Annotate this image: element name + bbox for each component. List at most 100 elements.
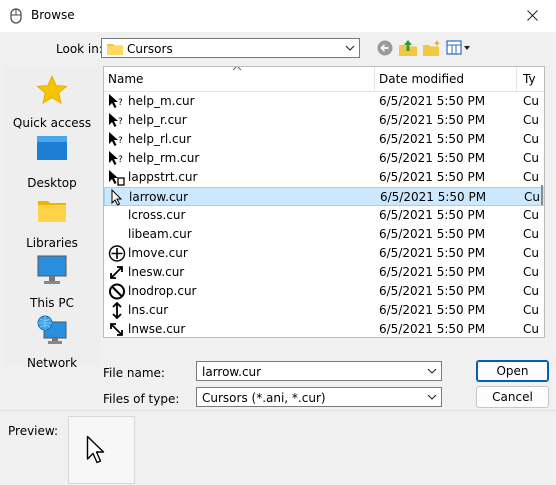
svg-text:?: ?: [118, 98, 123, 108]
file-name: lmove.cur: [128, 246, 188, 260]
file-list-header: Name Date modified Ty: [104, 67, 544, 92]
nodrop-cursor-icon: [109, 283, 125, 300]
new-folder-icon[interactable]: [422, 39, 442, 57]
svg-text:?: ?: [118, 155, 123, 165]
resize-nesw-cursor-icon: [110, 266, 123, 279]
file-date: 6/5/2021 5:50 PM: [379, 94, 486, 108]
arrow-cursor-icon: [86, 435, 105, 464]
chevron-down-icon: [345, 45, 355, 51]
file-name: lnesw.cur: [128, 265, 185, 279]
file-type: Cu: [523, 246, 539, 260]
help-cursor-icon: ?: [109, 151, 123, 165]
file-row[interactable]: ? help_rm.cur 6/5/2021 5:50 PM Cu: [104, 149, 544, 168]
look-in-dropdown[interactable]: Cursors: [101, 38, 360, 58]
file-name-input[interactable]: larrow.cur: [196, 361, 442, 381]
chevron-down-icon: [427, 394, 437, 400]
look-in-label: Look in:: [56, 42, 103, 56]
preview-box: [68, 416, 135, 484]
column-header-name[interactable]: Name: [108, 72, 143, 86]
file-type: Cu: [523, 113, 539, 127]
file-row[interactable]: libeam.cur 6/5/2021 5:50 PM Cu: [104, 225, 544, 244]
file-name: lappstrt.cur: [128, 170, 198, 184]
file-date: 6/5/2021 5:50 PM: [379, 151, 486, 165]
column-header-type[interactable]: Ty: [523, 72, 536, 86]
network-icon: [37, 315, 67, 344]
file-list[interactable]: Name Date modified Ty ? help_m.cur 6/5/2…: [103, 66, 545, 338]
file-row[interactable]: lcross.cur 6/5/2021 5:50 PM Cu: [104, 206, 544, 225]
file-name: libeam.cur: [128, 227, 192, 241]
file-date: 6/5/2021 5:50 PM: [380, 190, 487, 204]
file-date: 6/5/2021 5:50 PM: [379, 265, 486, 279]
open-button[interactable]: Open: [476, 360, 549, 382]
help-cursor-icon: ?: [109, 94, 123, 108]
cancel-button[interactable]: Cancel: [476, 386, 549, 408]
chevron-down-icon[interactable]: [427, 368, 437, 374]
close-icon: [527, 10, 538, 21]
file-name-label: File name:: [103, 366, 165, 380]
column-divider[interactable]: [374, 67, 375, 91]
view-menu-icon[interactable]: [446, 39, 472, 57]
file-date: 6/5/2021 5:50 PM: [379, 322, 486, 336]
computer-icon: [37, 255, 67, 284]
file-row[interactable]: lmove.cur 6/5/2021 5:50 PM Cu: [104, 244, 544, 263]
title-bar: Browse: [0, 0, 556, 32]
help-cursor-icon: ?: [109, 132, 123, 146]
star-icon: [36, 75, 68, 105]
place-quick-access[interactable]: Quick access: [4, 74, 100, 134]
help-cursor-icon: ?: [109, 113, 123, 127]
file-type-dropdown[interactable]: Cursors (*.ani, *.cur): [196, 387, 442, 407]
file-type: Cu: [524, 190, 540, 204]
file-row[interactable]: lnwse.cur 6/5/2021 5:50 PM Cu: [104, 320, 544, 337]
file-date: 6/5/2021 5:50 PM: [379, 170, 486, 184]
file-type: Cu: [523, 265, 539, 279]
file-type: Cu: [523, 284, 539, 298]
place-this-pc[interactable]: This PC: [4, 254, 100, 314]
back-arrow-icon[interactable]: [376, 39, 394, 57]
libraries-icon: [38, 201, 66, 222]
file-row[interactable]: lnodrop.cur 6/5/2021 5:50 PM Cu: [104, 282, 544, 301]
file-date: 6/5/2021 5:50 PM: [379, 284, 486, 298]
file-date: 6/5/2021 5:50 PM: [379, 208, 486, 222]
file-row[interactable]: lappstrt.cur 6/5/2021 5:50 PM Cu: [104, 168, 544, 187]
place-desktop[interactable]: Desktop: [4, 134, 100, 194]
place-libraries[interactable]: Libraries: [4, 194, 100, 254]
file-type: Cu: [523, 170, 539, 184]
svg-text:?: ?: [118, 136, 123, 146]
file-type-label: Files of type:: [103, 392, 180, 406]
place-label: Quick access: [12, 116, 92, 130]
place-label: Libraries: [26, 236, 78, 250]
file-name-value: larrow.cur: [202, 365, 262, 379]
file-name: lcross.cur: [128, 208, 186, 222]
app-icon: [10, 8, 22, 24]
file-row[interactable]: ? help_m.cur 6/5/2021 5:50 PM Cu: [104, 92, 544, 111]
up-folder-icon[interactable]: [398, 39, 418, 57]
place-label: Network: [26, 356, 78, 370]
file-date: 6/5/2021 5:50 PM: [379, 113, 486, 127]
file-date: 6/5/2021 5:50 PM: [379, 227, 486, 241]
file-row[interactable]: ? help_rl.cur 6/5/2021 5:50 PM Cu: [104, 130, 544, 149]
sort-ascending-icon: [232, 67, 242, 71]
file-type: Cu: [523, 227, 539, 241]
vertical-scrollbar[interactable]: [541, 185, 543, 205]
file-row[interactable]: lns.cur 6/5/2021 5:50 PM Cu: [104, 301, 544, 320]
place-label: This PC: [30, 296, 74, 310]
file-type-value: Cursors (*.ani, *.cur): [202, 391, 326, 405]
file-row[interactable]: lnesw.cur 6/5/2021 5:50 PM Cu: [104, 263, 544, 282]
file-name: help_r.cur: [128, 113, 187, 127]
file-name: lns.cur: [128, 303, 169, 317]
move-cursor-icon: [108, 245, 126, 262]
file-name: lnwse.cur: [128, 322, 186, 336]
close-button[interactable]: [510, 0, 556, 32]
window-title: Browse: [31, 8, 75, 22]
file-date: 6/5/2021 5:50 PM: [379, 132, 486, 146]
place-network[interactable]: Network: [4, 314, 100, 374]
column-header-date-modified[interactable]: Date modified: [379, 72, 464, 86]
column-divider[interactable]: [516, 67, 517, 91]
file-name: help_rm.cur: [128, 151, 200, 165]
file-type: Cu: [523, 94, 539, 108]
file-row[interactable]: ? help_r.cur 6/5/2021 5:50 PM Cu: [104, 111, 544, 130]
file-row-selected[interactable]: larrow.cur 6/5/2021 5:50 PM Cu: [104, 187, 544, 206]
file-date: 6/5/2021 5:50 PM: [379, 303, 486, 317]
file-type: Cu: [523, 322, 539, 336]
arrow-cursor-icon: [111, 189, 123, 206]
